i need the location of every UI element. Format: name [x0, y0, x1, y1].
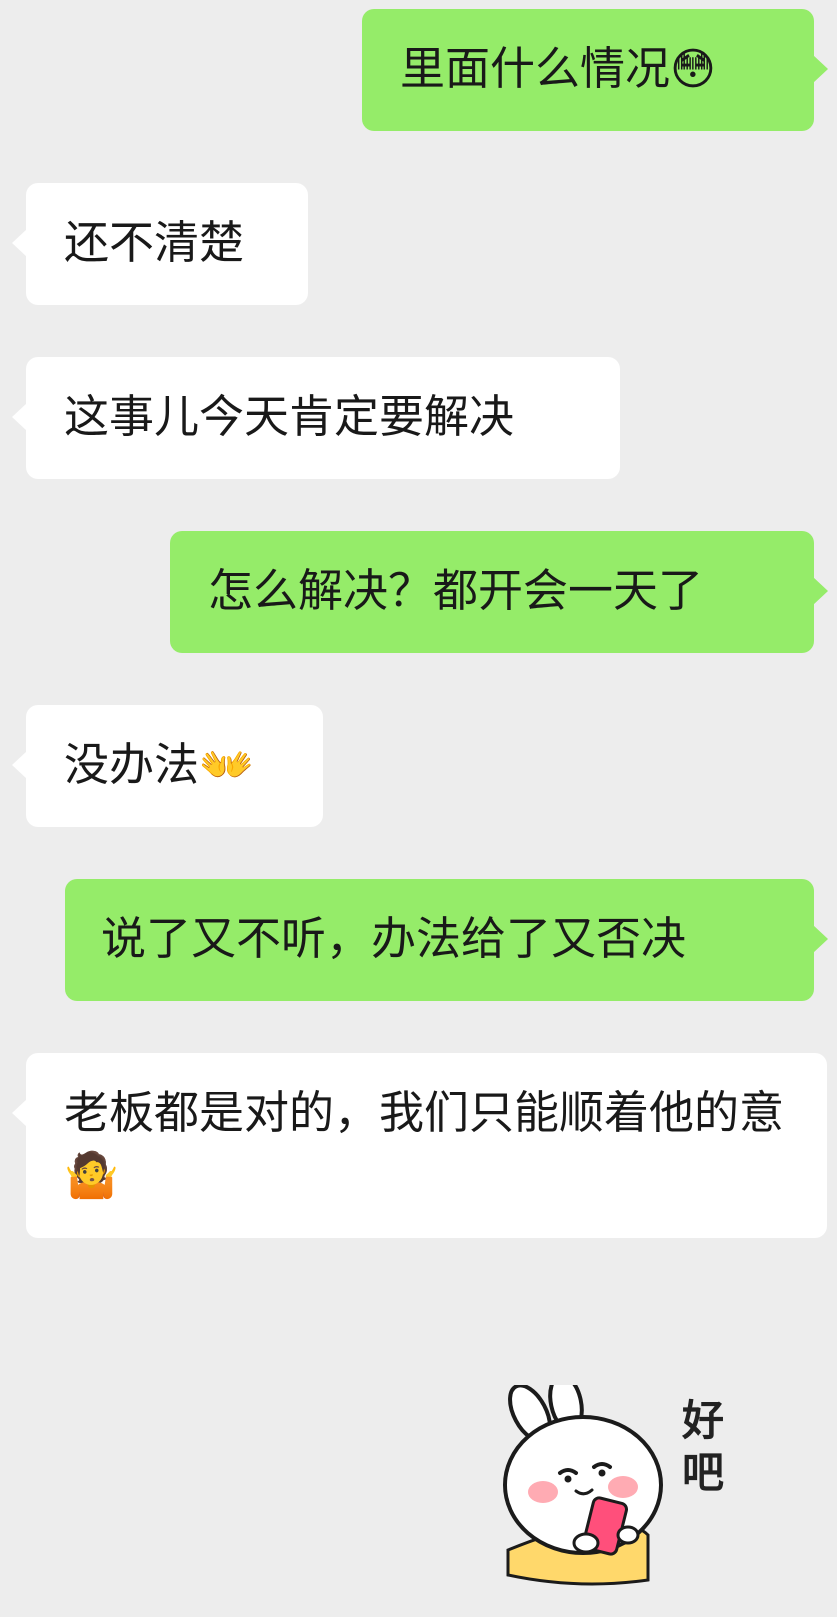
incoming-message-bubble[interactable]: 没办法👐: [12, 705, 323, 827]
message-text: 怎么解决？都开会一天了: [208, 564, 704, 617]
flushed-face-emoji-icon: 😳: [670, 44, 716, 95]
shrugging-person-emoji-icon: 🤷: [64, 1150, 119, 1201]
message-text: 没办法: [64, 738, 200, 791]
message-text: 老板都是对的，我们只能顺着他的意: [64, 1086, 785, 1139]
outgoing-message-bubble[interactable]: 说了又不听，办法给了又否决: [65, 879, 828, 1001]
outgoing-message-bubble[interactable]: 里面什么情况😳: [362, 9, 828, 131]
message-text: 这事儿今天肯定要解决: [64, 390, 515, 443]
message-text: 还不清楚: [64, 216, 245, 269]
open-hands-emoji-icon: 👐: [199, 740, 254, 791]
incoming-message-bubble[interactable]: 还不清楚: [12, 183, 308, 305]
sticker-caption: 好吧: [681, 1396, 724, 1497]
message-text: 说了又不听，办法给了又否决: [101, 912, 687, 965]
incoming-message-bubble[interactable]: 这事儿今天肯定要解决: [12, 357, 620, 479]
message-text: 里面什么情况: [400, 42, 671, 95]
incoming-message-bubble[interactable]: 老板都是对的，我们只能顺着他的意 🤷: [12, 1053, 827, 1238]
rabbit-sticker[interactable]: 好吧: [498, 1373, 738, 1590]
outgoing-message-bubble[interactable]: 怎么解决？都开会一天了: [170, 531, 828, 653]
